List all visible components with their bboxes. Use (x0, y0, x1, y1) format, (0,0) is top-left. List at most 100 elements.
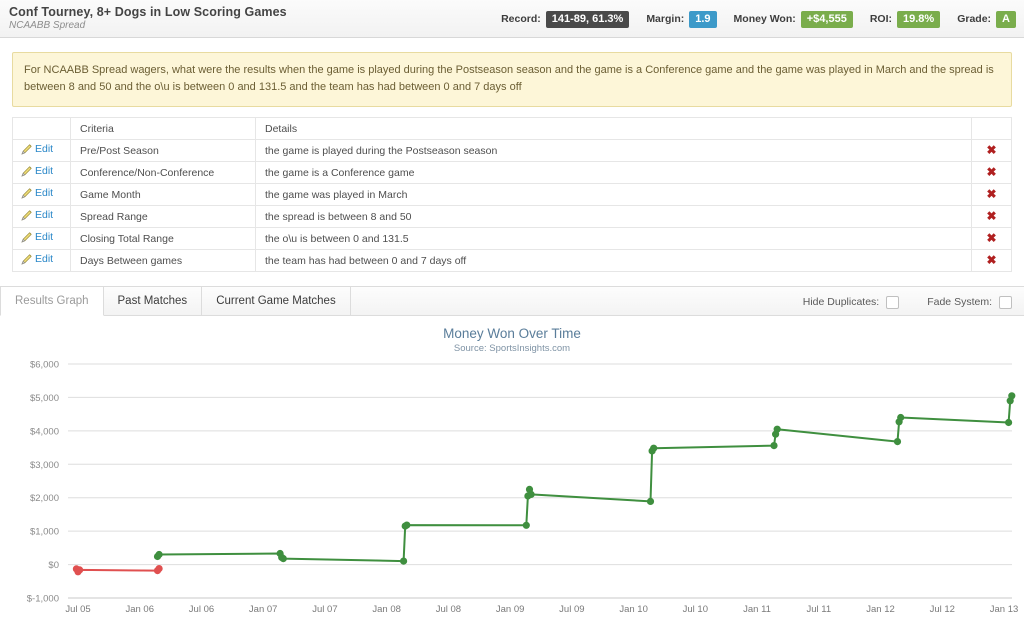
cell-edit: Edit (12, 139, 71, 162)
edit-criteria-link-1[interactable]: Edit (21, 165, 53, 177)
cell-delete: ✖ (971, 249, 1012, 272)
delete-criteria-icon[interactable]: ✖ (986, 210, 996, 222)
pencil-icon (21, 143, 33, 155)
pencil-icon (21, 165, 33, 177)
chart-x-tick-label: Jan 11 (743, 604, 771, 612)
tab-current-game-matches[interactable]: Current Game Matches (202, 287, 351, 315)
table-row: Edit Conference/Non-Conference the game is… (12, 161, 1012, 184)
chart-data-point (646, 497, 655, 505)
stat-label-money-won: Money Won: (733, 13, 796, 25)
stat-label-margin: Margin: (646, 13, 685, 25)
chart-y-tick-label: $6,000 (30, 360, 59, 371)
cell-criteria: Game Month (70, 183, 256, 206)
system-header: Conf Tourney, 8+ Dogs in Low Scoring Gam… (0, 0, 1024, 38)
table-header-row: Criteria Details (12, 117, 1012, 140)
cell-delete: ✖ (971, 139, 1012, 162)
column-header-edit (12, 117, 71, 140)
tab-bar-options: Hide Duplicates: Fade System: (803, 287, 1012, 317)
chart-data-point (155, 550, 163, 559)
chart-data-point (403, 521, 411, 529)
table-row: Edit Spread Range the spread is between 8 … (12, 205, 1012, 228)
cell-delete: ✖ (971, 205, 1012, 228)
system-stats: Record: 141-89, 61.3% Margin: 1.9 Money … (501, 0, 1016, 38)
chart-x-tick-label: Jan 07 (249, 604, 278, 612)
tab-past-matches[interactable]: Past Matches (104, 287, 203, 315)
cell-delete: ✖ (971, 183, 1012, 206)
chart-data-point (400, 557, 408, 565)
chart-data-point (893, 438, 902, 446)
chart-x-tick-label: Jul 07 (312, 604, 337, 612)
cell-details: the team has had between 0 and 7 days of… (255, 249, 972, 272)
edit-label: Edit (35, 143, 54, 155)
chart-x-tick-label: Jul 06 (189, 604, 214, 612)
chart-x-tick-label: Jul 10 (683, 604, 708, 612)
chart-y-tick-label: $2,000 (30, 493, 59, 504)
chart-data-point (527, 490, 535, 498)
cell-details: the o\u is between 0 and 131.5 (255, 227, 972, 250)
cell-details: the spread is between 8 and 50 (255, 205, 972, 228)
chart-x-tick-label: Jan 09 (496, 604, 525, 612)
chart-x-tick-label: Jul 11 (806, 604, 831, 612)
description-container: For NCAABB Spread wagers, what were the … (0, 38, 1024, 107)
chart-data-point (650, 444, 658, 452)
edit-label: Edit (35, 209, 54, 221)
chart-data-point (155, 565, 163, 573)
chart-y-tick-label: $3,000 (30, 460, 59, 471)
results-chart: Money Won Over Time Source: SportsInsigh… (0, 316, 1024, 612)
tab-bar: Results Graph Past Matches Current Game … (0, 286, 1024, 316)
edit-criteria-link-4[interactable]: Edit (21, 231, 53, 243)
column-header-criteria: Criteria (70, 117, 256, 140)
chart-y-tick-label: $-1,000 (27, 594, 59, 605)
criteria-table: Criteria Details Edit Pre/Post Season the … (12, 117, 1012, 272)
column-header-details: Details (255, 117, 972, 140)
table-row: Edit Closing Total Range the o\u is betwee… (12, 227, 1012, 250)
cell-criteria: Pre/Post Season (70, 139, 256, 162)
edit-label: Edit (35, 187, 54, 199)
chart-x-tick-label: Jan 10 (619, 604, 648, 612)
tab-past-matches-label: Past Matches (117, 295, 188, 307)
chart-data-point (897, 413, 905, 422)
tab-results-graph-label: Results Graph (15, 295, 89, 307)
cell-delete: ✖ (971, 161, 1012, 184)
delete-criteria-icon[interactable]: ✖ (986, 254, 996, 266)
edit-criteria-link-3[interactable]: Edit (21, 209, 53, 221)
chart-y-tick-label: $4,000 (30, 426, 59, 437)
fade-system-label: Fade System: (927, 296, 992, 308)
chart-x-tick-label: Jan 08 (372, 604, 401, 612)
app-root: Conf Tourney, 8+ Dogs in Low Scoring Gam… (0, 0, 1024, 626)
fade-system-checkbox[interactable] (999, 295, 1012, 309)
delete-criteria-icon[interactable]: ✖ (986, 144, 996, 156)
chart-x-tick-label: Jul 09 (559, 604, 584, 612)
stat-label-roi: ROI: (869, 13, 892, 25)
chart-x-tick-label: Jan 06 (125, 604, 154, 612)
stat-badge-record: 141-89, 61.3% (545, 10, 630, 28)
cell-edit: Edit (12, 161, 71, 184)
criteria-table-container: Criteria Details Edit Pre/Post Season the … (0, 107, 1024, 272)
cell-details: the game is played during the Postseason… (255, 139, 972, 162)
delete-criteria-icon[interactable]: ✖ (986, 166, 996, 178)
edit-criteria-link-5[interactable]: Edit (21, 253, 53, 265)
pencil-icon (21, 253, 33, 265)
pencil-icon (21, 187, 33, 199)
cell-criteria: Closing Total Range (70, 227, 256, 250)
chart-x-tick-label: Jul 12 (930, 604, 955, 612)
system-header-titles: Conf Tourney, 8+ Dogs in Low Scoring Gam… (0, 5, 287, 32)
edit-label: Edit (35, 231, 54, 243)
edit-criteria-link-2[interactable]: Edit (21, 187, 53, 199)
tab-current-game-matches-label: Current Game Matches (216, 295, 336, 307)
edit-criteria-link-0[interactable]: Edit (21, 143, 53, 155)
delete-criteria-icon[interactable]: ✖ (986, 232, 996, 244)
pencil-icon (21, 231, 33, 243)
cell-details: the game was played in March (255, 183, 972, 206)
tab-results-graph[interactable]: Results Graph (0, 287, 104, 316)
hide-duplicates-checkbox[interactable] (886, 295, 900, 309)
table-row: Edit Pre/Post Season the game is played du… (12, 139, 1012, 162)
stat-badge-margin: 1.9 (689, 10, 717, 28)
chart-data-point (279, 555, 287, 563)
delete-criteria-icon[interactable]: ✖ (986, 188, 996, 200)
chart-x-tick-label: Jan 12 (866, 604, 895, 612)
pencil-icon (21, 209, 33, 221)
chart-data-point (1008, 392, 1016, 400)
stat-badge-roi: 19.8% (897, 10, 941, 28)
chart-y-tick-label: $1,000 (30, 527, 59, 538)
